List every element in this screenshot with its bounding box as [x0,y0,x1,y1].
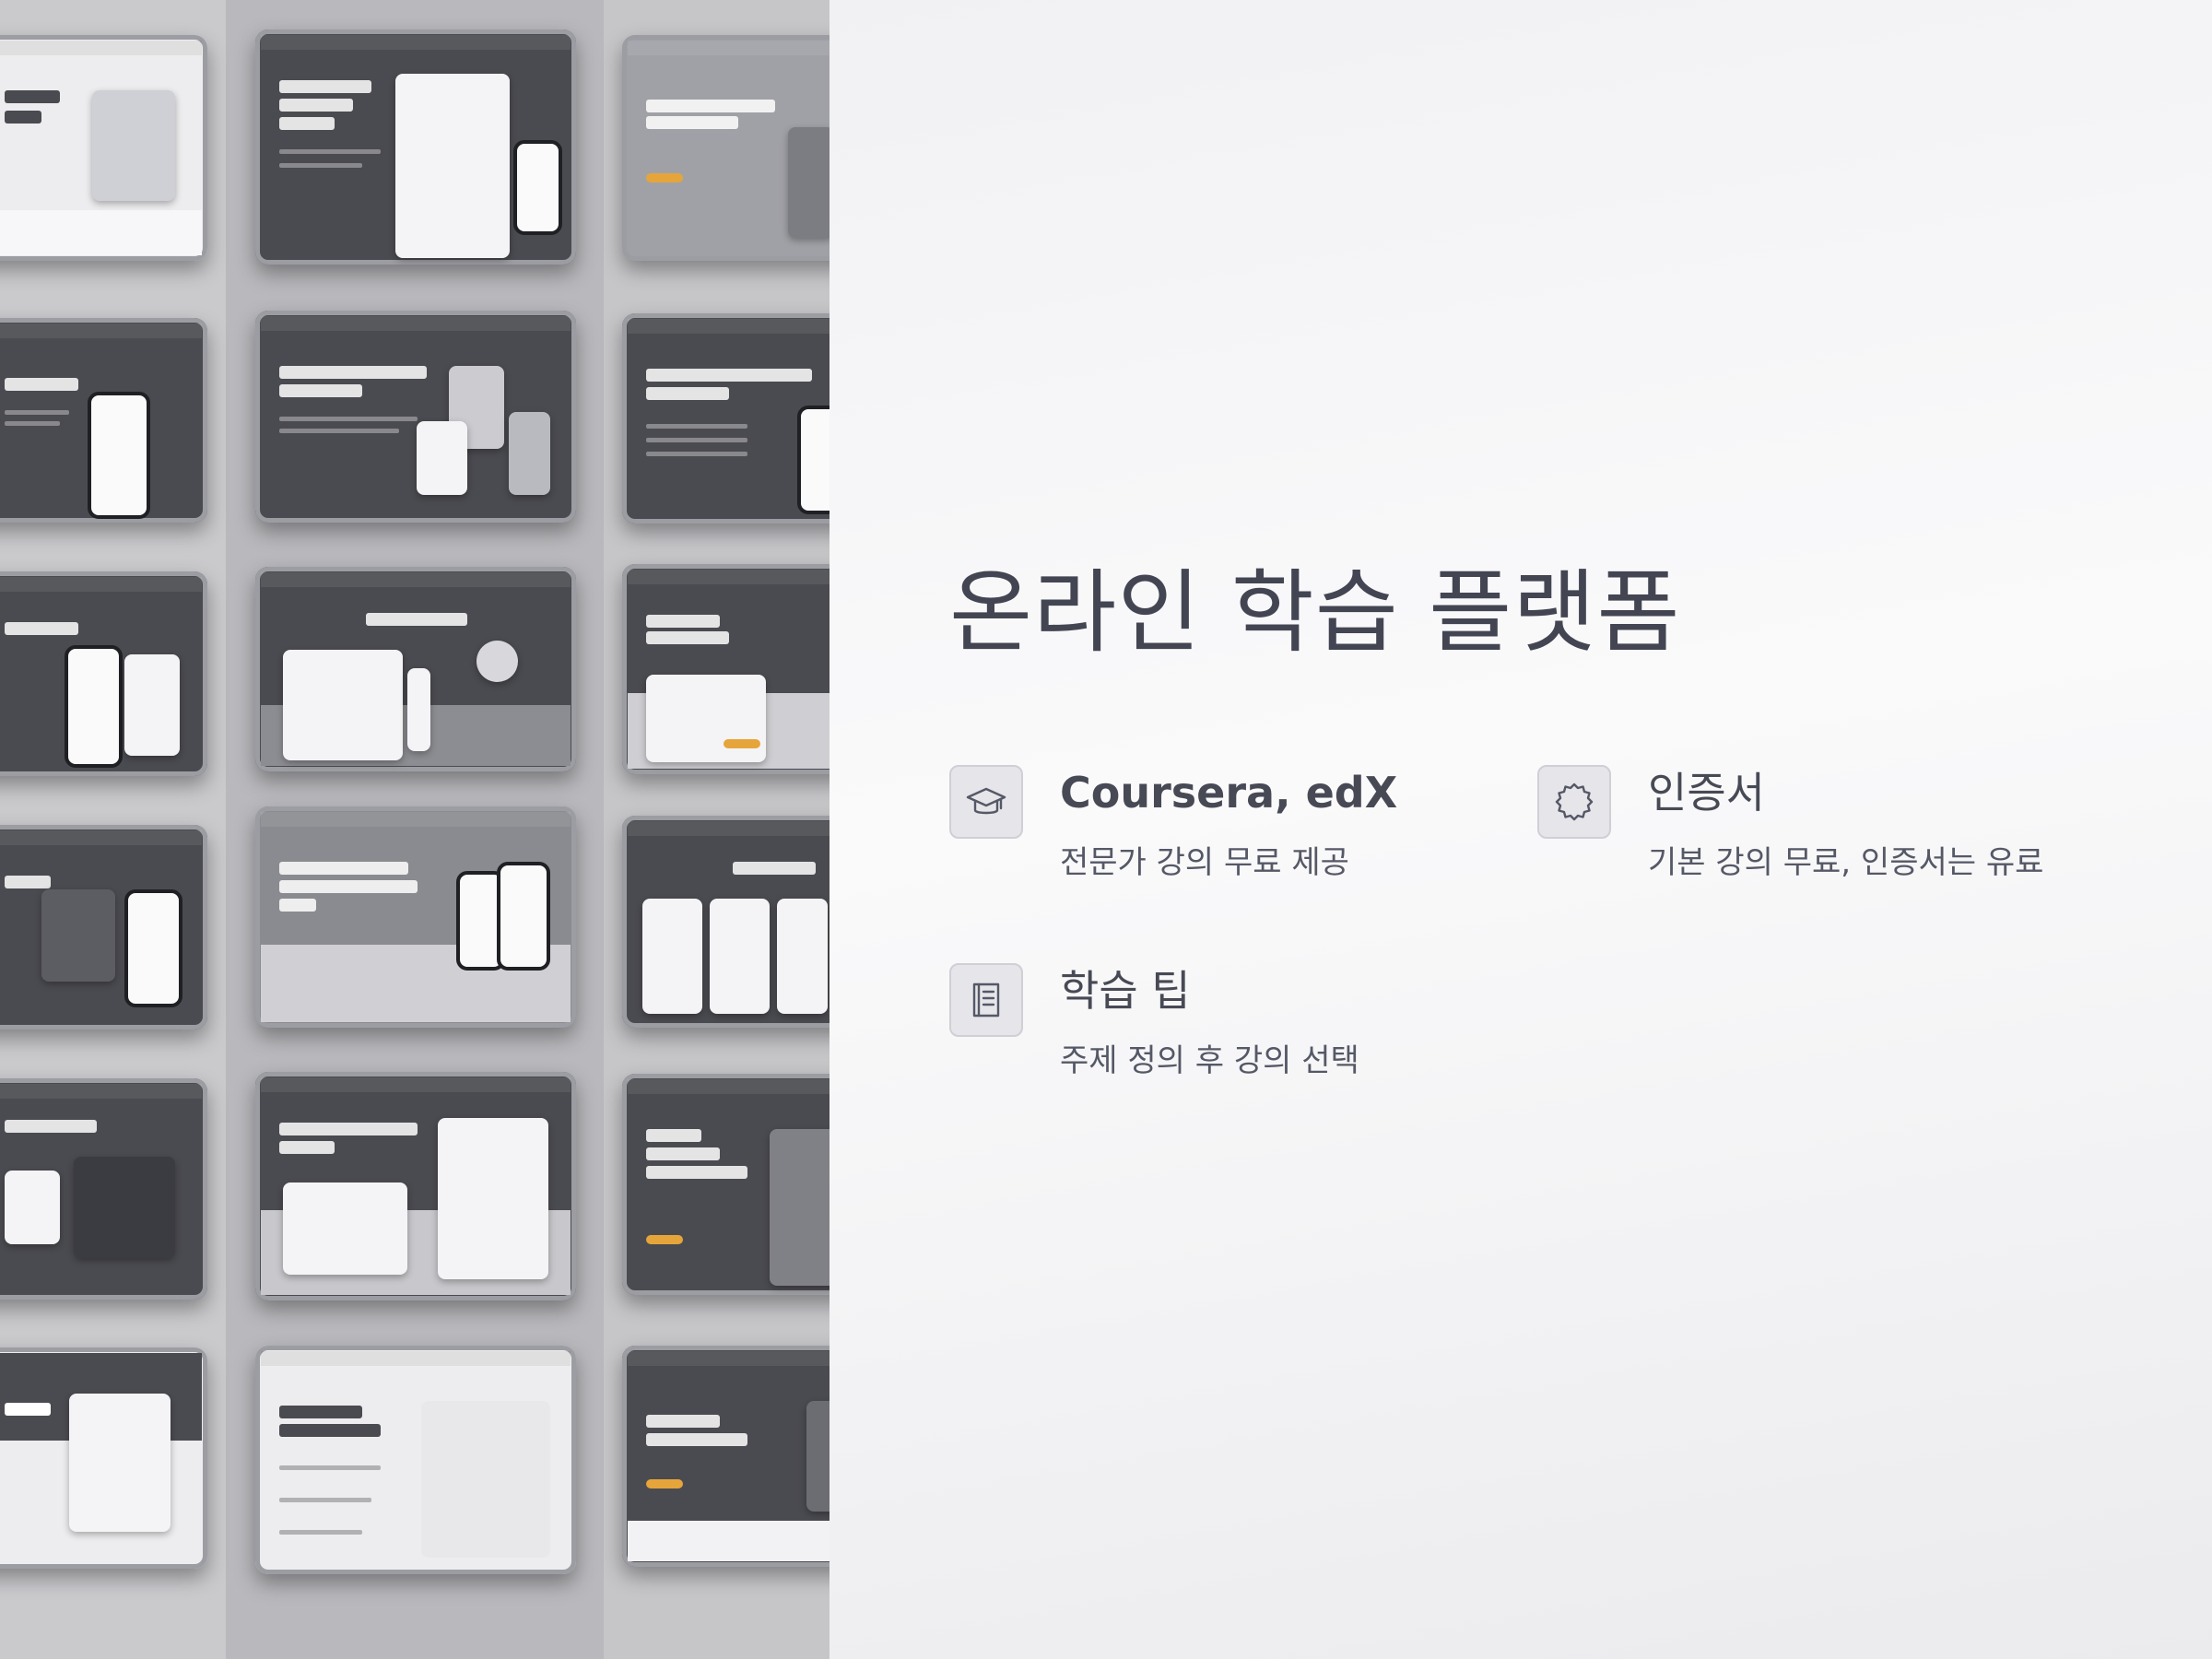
feature-description: 주제 정의 후 강의 선택 [1060,1042,1359,1079]
mosaic-thumbnail [622,816,830,1028]
feature-title: Coursera, edX [1060,768,1398,818]
screenshot-mosaic [0,0,830,1659]
mosaic-thumbnail [0,571,207,776]
mosaic-thumbnail [622,1074,830,1295]
page-title: 온라인 학습 플랫폼 [949,560,1681,665]
mosaic-thumbnail [255,567,576,771]
mosaic-thumbnail [0,318,207,523]
mosaic-thumbnail [255,1346,576,1574]
mosaic-thumbnail [255,311,576,523]
mosaic-thumbnail [622,1346,830,1567]
feature-description: 기본 강의 무료, 인증서는 유료 [1648,844,2044,881]
mosaic-thumbnail [0,825,207,1030]
graduation-cap-icon [949,765,1023,839]
mosaic-thumbnail [0,1078,207,1300]
mosaic-thumbnail [0,35,207,261]
slide-content: 온라인 학습 플랫폼 Coursera, edX 전문가 강의 무료 제공 인증… [830,0,2212,1659]
mosaic-thumbnail [255,29,576,265]
mosaic-thumbnail [255,806,576,1028]
mosaic-thumbnail [622,35,830,261]
mosaic-thumbnail [0,1347,207,1569]
book-icon [949,963,1023,1037]
mosaic-thumbnail [622,564,830,774]
badge-icon [1537,765,1611,839]
mosaic-thumbnail [255,1072,576,1300]
feature-title: 학습 팁 [1060,966,1191,1016]
mosaic-thumbnail [622,313,830,524]
feature-title: 인증서 [1648,768,1765,818]
feature-description: 전문가 강의 무료 제공 [1060,844,1349,881]
